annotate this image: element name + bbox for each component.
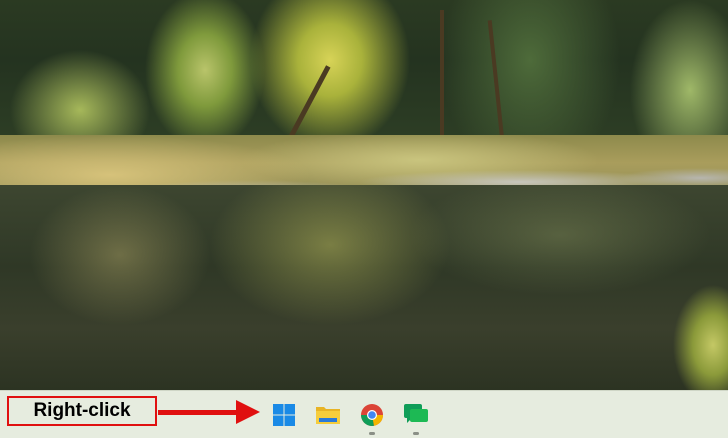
desktop-wallpaper — [0, 0, 728, 390]
callout-label: Right-click — [33, 400, 131, 421]
chat-button[interactable] — [402, 401, 430, 435]
chrome-button[interactable] — [358, 401, 386, 435]
right-click-callout: Right-click — [7, 396, 157, 426]
river — [0, 185, 728, 390]
chat-icon — [404, 404, 428, 423]
shrub — [673, 285, 728, 390]
running-indicator — [413, 432, 419, 435]
folder-icon — [316, 407, 340, 424]
windows-logo-icon — [273, 404, 295, 426]
callout-arrow — [158, 410, 238, 415]
running-indicator — [369, 432, 375, 435]
file-explorer-button[interactable] — [314, 401, 342, 429]
callout-arrowhead — [236, 400, 260, 424]
start-button[interactable] — [270, 401, 298, 429]
forest-background — [0, 0, 728, 150]
chrome-icon — [361, 404, 383, 426]
